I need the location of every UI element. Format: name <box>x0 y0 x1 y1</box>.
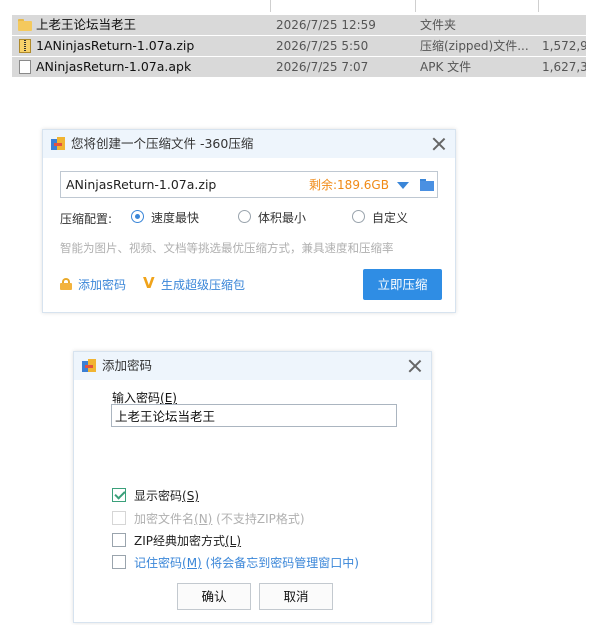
app-logo-icon <box>51 137 65 151</box>
file-size: 1,572,96 <box>542 39 586 53</box>
close-icon[interactable] <box>431 136 447 152</box>
super-package-label: 生成超级压缩包 <box>161 278 246 292</box>
file-row[interactable]: 1ANinjasReturn-1.07a.zip 2026/7/25 5:50 … <box>12 36 586 56</box>
password-dialog-titlebar[interactable]: 添加密码 <box>74 352 431 380</box>
file-size <box>542 15 586 35</box>
vip-v-icon: V <box>143 274 155 292</box>
file-list-header <box>12 0 586 14</box>
radio-selected-icon <box>131 210 144 223</box>
confirm-button[interactable]: 确认 <box>177 583 251 610</box>
encrypt-filenames-label: 加密文件名(N) (不支持ZIP格式) <box>134 512 305 526</box>
folder-browse-icon[interactable] <box>420 179 434 191</box>
file-date: 2026/7/25 7:07 <box>276 60 369 74</box>
radio-label: 速度最快 <box>151 211 200 225</box>
show-password-label: 显示密码(S) <box>134 489 199 503</box>
file-name: 1ANinjasReturn-1.07a.zip <box>36 38 195 53</box>
archive-filename[interactable]: ANinjasReturn-1.07a.zip <box>66 172 216 198</box>
compress-dialog: 您将创建一个压缩文件 -360压缩 ANinjasReturn-1.07a.zi… <box>42 129 456 313</box>
folder-icon <box>18 18 32 32</box>
compress-dialog-title: 您将创建一个压缩文件 -360压缩 <box>71 136 254 151</box>
radio-unselected-icon <box>238 210 251 223</box>
file-list: 上老王论坛当老王 2026/7/25 12:59 文件夹 1ANinjasRet… <box>12 0 586 80</box>
column-separator[interactable] <box>538 0 539 12</box>
radio-unselected-icon <box>352 210 365 223</box>
add-password-dialog: 添加密码 输入密码(E) 显示密码(S) 加密文件名(N) (不支持ZIP格式)… <box>73 351 432 623</box>
app-logo-icon <box>82 359 96 373</box>
column-separator[interactable] <box>415 0 416 12</box>
password-dialog-title: 添加密码 <box>102 358 153 373</box>
radio-label: 体积最小 <box>258 211 307 225</box>
file-name: ANinjasReturn-1.07a.apk <box>36 59 192 74</box>
file-row[interactable]: 上老王论坛当老王 2026/7/25 12:59 文件夹 <box>12 15 586 35</box>
archive-path-field[interactable]: ANinjasReturn-1.07a.zip 剩余:189.6GB <box>60 171 438 198</box>
checkbox-unchecked-icon <box>112 533 126 547</box>
checkbox-disabled-icon <box>112 511 126 525</box>
file-type: 文件夹 <box>420 18 457 32</box>
file-type: APK 文件 <box>420 60 472 74</box>
zip-classic-label: ZIP经典加密方式(L) <box>134 534 242 548</box>
file-type: 压缩(zipped)文件... <box>420 39 529 53</box>
remember-password-label: 记住密码(M) (将会备忘到密码管理窗口中) <box>134 556 359 570</box>
document-icon <box>18 60 32 74</box>
column-separator[interactable] <box>270 0 271 12</box>
file-row[interactable]: ANinjasReturn-1.07a.apk 2026/7/25 7:07 A… <box>12 57 586 77</box>
lock-icon <box>60 278 72 290</box>
close-icon[interactable] <box>407 358 423 374</box>
file-size: 1,627,37 <box>542 60 586 74</box>
password-input[interactable] <box>111 404 397 427</box>
chevron-down-icon[interactable] <box>397 182 409 189</box>
file-name: 上老王论坛当老王 <box>36 17 137 32</box>
compress-config-label: 压缩配置: <box>60 212 113 226</box>
file-date: 2026/7/25 5:50 <box>276 39 369 53</box>
add-password-label: 添加密码 <box>78 278 127 292</box>
compress-now-button[interactable]: 立即压缩 <box>363 269 442 300</box>
checkbox-checked-icon <box>112 488 126 502</box>
compress-dialog-titlebar[interactable]: 您将创建一个压缩文件 -360压缩 <box>43 130 455 158</box>
cancel-button[interactable]: 取消 <box>259 583 333 610</box>
compress-hint: 智能为图片、视频、文档等挑选最优压缩方式，兼具速度和压缩率 <box>60 241 394 255</box>
free-space-label: 剩余:189.6GB <box>309 178 389 192</box>
radio-label: 自定义 <box>372 211 409 225</box>
zip-icon <box>18 39 32 53</box>
file-date: 2026/7/25 12:59 <box>276 18 376 32</box>
checkbox-unchecked-icon <box>112 555 126 569</box>
